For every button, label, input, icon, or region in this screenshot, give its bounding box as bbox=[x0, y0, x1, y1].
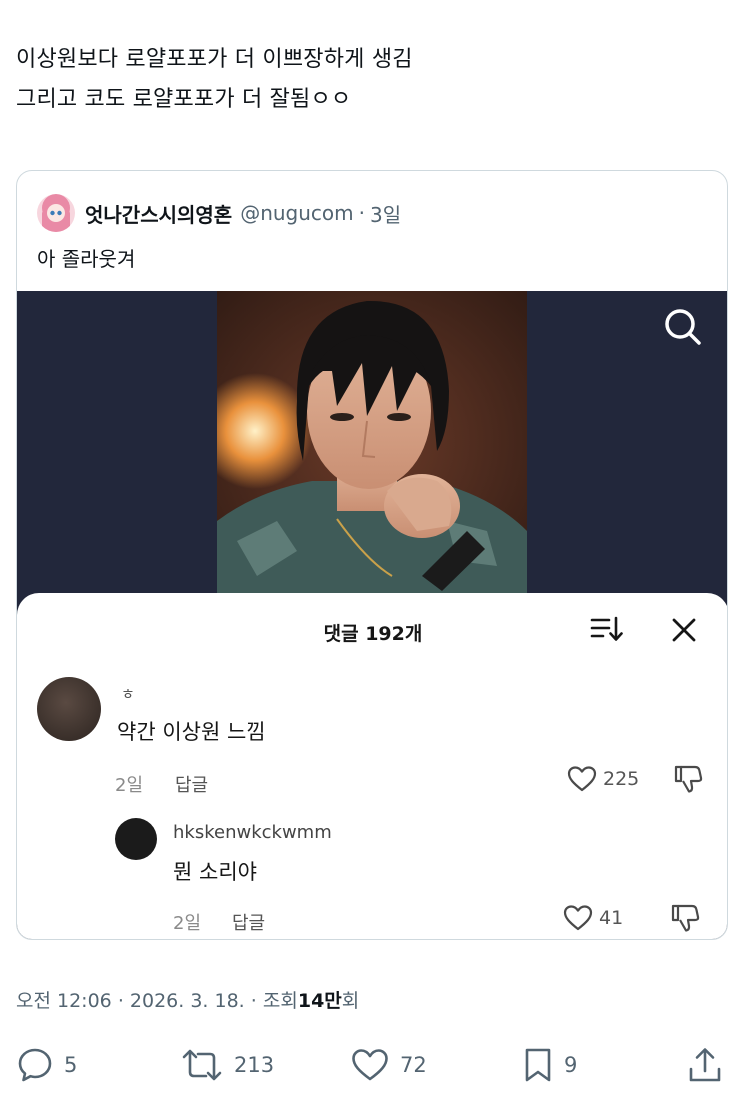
repost-icon bbox=[182, 1049, 222, 1081]
quoted-post-header: 엇나간스시의영혼 @nugucom · 3일 bbox=[37, 194, 401, 232]
quoted-post[interactable]: 엇나간스시의영혼 @nugucom · 3일 아 졸라웃겨 댓글 192개 ㅎ … bbox=[16, 170, 728, 940]
quoted-author-handle[interactable]: @nugucom bbox=[240, 201, 353, 225]
quoted-media[interactable]: 댓글 192개 ㅎ 약간 이상원 느낌 2일 답글 225 hkskenwkck… bbox=[17, 291, 727, 939]
bookmark-icon bbox=[525, 1048, 551, 1082]
quoted-author-name[interactable]: 엇나간스시의영혼 bbox=[85, 199, 232, 228]
repost-count: 213 bbox=[234, 1053, 275, 1077]
quoted-post-time[interactable]: 3일 bbox=[370, 199, 401, 228]
separator-dot: · bbox=[250, 990, 257, 1012]
comment-time: 2일 bbox=[115, 775, 144, 796]
reply-reply-button[interactable]: 답글 bbox=[232, 909, 265, 935]
share-icon bbox=[689, 1048, 721, 1082]
heart-icon bbox=[567, 766, 597, 792]
bookmark-count: 9 bbox=[564, 1053, 578, 1077]
video-frame-image bbox=[217, 291, 527, 593]
post-time: 오전 12:06 bbox=[16, 990, 112, 1012]
reply-button[interactable]: 답글 bbox=[175, 771, 208, 797]
reply-dislike-button[interactable] bbox=[669, 903, 701, 937]
dislike-icon bbox=[671, 904, 700, 932]
views-count: 14만 bbox=[297, 990, 342, 1012]
reply-like-count: 41 bbox=[599, 907, 624, 929]
dislike-icon bbox=[674, 765, 703, 793]
media-search-button[interactable] bbox=[661, 305, 705, 349]
reply-count: 5 bbox=[64, 1053, 78, 1077]
close-button[interactable] bbox=[667, 613, 701, 647]
post-text: 이상원보다 로얄포포가 더 이쁘장하게 생김 그리고 코도 로얄포포가 더 잘됨… bbox=[16, 40, 716, 120]
action-bar: 5 213 72 9 bbox=[0, 1042, 737, 1088]
comments-sheet: 댓글 192개 ㅎ 약간 이상원 느낌 2일 답글 225 hkskenwkck… bbox=[17, 593, 727, 939]
post-date: 2026. 3. 18. bbox=[129, 990, 245, 1012]
reply-action[interactable]: 5 bbox=[16, 1042, 77, 1088]
separator-dot: · bbox=[358, 201, 365, 225]
comment-dislike-button[interactable] bbox=[672, 764, 704, 798]
close-icon bbox=[672, 618, 696, 642]
heart-icon bbox=[563, 905, 593, 931]
comment-username[interactable]: ㅎ bbox=[121, 683, 135, 704]
like-icon bbox=[352, 1049, 388, 1081]
reply-text: 뭔 소리야 bbox=[173, 860, 257, 884]
like-action[interactable]: 72 bbox=[350, 1042, 427, 1088]
comment-like-button[interactable]: 225 bbox=[567, 765, 639, 793]
sort-button[interactable] bbox=[589, 613, 625, 645]
reply-avatar[interactable] bbox=[115, 818, 157, 860]
like-count: 72 bbox=[400, 1053, 427, 1077]
reply-username[interactable]: hkskenwkckwmm bbox=[173, 822, 332, 843]
comment-text: 약간 이상원 느낌 bbox=[117, 720, 266, 744]
views-suffix: 회 bbox=[341, 990, 360, 1012]
post-meta: 오전 12:06 · 2026. 3. 18. · 조회14만회 bbox=[16, 986, 359, 1013]
quoted-post-text: 아 졸라웃겨 bbox=[37, 247, 136, 271]
reply-like-button[interactable]: 41 bbox=[563, 904, 623, 932]
separator-dot: · bbox=[117, 990, 124, 1012]
reply-icon bbox=[18, 1048, 52, 1082]
repost-action[interactable]: 213 bbox=[180, 1042, 274, 1088]
sort-icon bbox=[590, 616, 623, 641]
post-line-2: 그리고 코도 로얄포포가 더 잘됨ㅇㅇ bbox=[16, 87, 352, 112]
quoted-author-avatar[interactable] bbox=[37, 194, 75, 232]
comment-like-count: 225 bbox=[603, 768, 640, 790]
reply-time: 2일 bbox=[173, 913, 202, 934]
post-line-1: 이상원보다 로얄포포가 더 이쁘장하게 생김 bbox=[16, 47, 413, 72]
views-prefix: 조회 bbox=[262, 990, 298, 1012]
search-icon bbox=[665, 309, 701, 345]
comment-avatar[interactable] bbox=[37, 677, 101, 741]
share-action[interactable] bbox=[686, 1042, 724, 1088]
bookmark-action[interactable]: 9 bbox=[522, 1042, 577, 1088]
